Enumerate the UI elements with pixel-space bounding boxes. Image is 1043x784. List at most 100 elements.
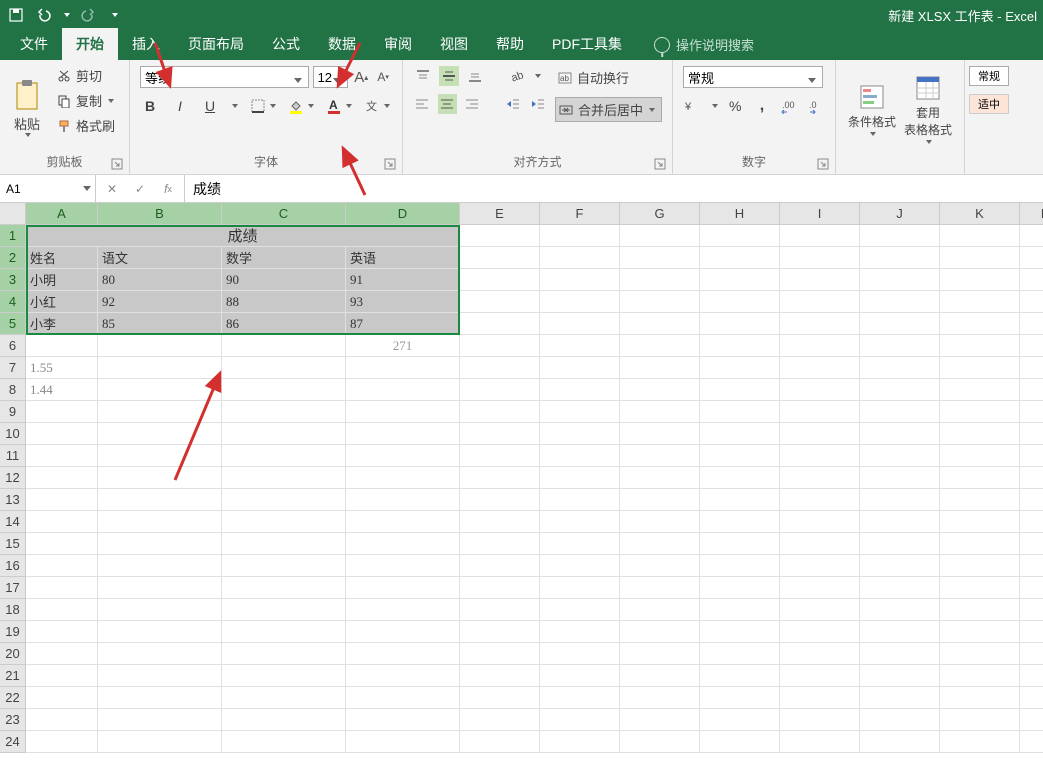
cell[interactable] bbox=[26, 577, 98, 599]
cell[interactable] bbox=[460, 269, 540, 291]
cell[interactable] bbox=[780, 555, 860, 577]
cell[interactable] bbox=[940, 643, 1020, 665]
cell[interactable] bbox=[1020, 357, 1043, 379]
cell[interactable] bbox=[780, 357, 860, 379]
cell[interactable] bbox=[1020, 467, 1043, 489]
column-header-H[interactable]: H bbox=[700, 203, 780, 225]
cell[interactable] bbox=[700, 291, 780, 313]
copy-button[interactable]: 复制 bbox=[52, 89, 119, 112]
cell[interactable] bbox=[460, 709, 540, 731]
cell[interactable] bbox=[620, 269, 700, 291]
cell[interactable] bbox=[98, 577, 222, 599]
cell[interactable] bbox=[460, 599, 540, 621]
cell[interactable] bbox=[26, 335, 98, 357]
cell[interactable] bbox=[620, 225, 700, 247]
cell-style-normal[interactable]: 常规 bbox=[969, 66, 1009, 86]
cell[interactable] bbox=[1020, 533, 1043, 555]
cell[interactable] bbox=[540, 401, 620, 423]
cell[interactable] bbox=[26, 445, 98, 467]
cell[interactable] bbox=[780, 709, 860, 731]
cell[interactable] bbox=[346, 709, 460, 731]
paste-dropdown[interactable] bbox=[25, 133, 31, 137]
cell[interactable] bbox=[700, 665, 780, 687]
cell[interactable] bbox=[620, 467, 700, 489]
cell[interactable] bbox=[940, 511, 1020, 533]
wrap-text-button[interactable]: ab 自动换行 bbox=[555, 66, 662, 89]
cell[interactable] bbox=[860, 335, 940, 357]
cell[interactable] bbox=[98, 445, 222, 467]
format-painter-button[interactable]: 格式刷 bbox=[52, 114, 119, 137]
cell[interactable] bbox=[222, 489, 346, 511]
cell[interactable] bbox=[620, 489, 700, 511]
row-header-3[interactable]: 3 bbox=[0, 269, 26, 291]
cell[interactable] bbox=[620, 335, 700, 357]
cell[interactable]: 小明 bbox=[26, 269, 98, 291]
cell[interactable] bbox=[860, 269, 940, 291]
cell[interactable] bbox=[1020, 511, 1043, 533]
cell[interactable] bbox=[780, 401, 860, 423]
row-header-16[interactable]: 16 bbox=[0, 555, 26, 577]
accounting-dropdown[interactable] bbox=[712, 104, 718, 108]
cell[interactable] bbox=[26, 665, 98, 687]
cell[interactable] bbox=[780, 247, 860, 269]
cell[interactable] bbox=[940, 445, 1020, 467]
column-header-F[interactable]: F bbox=[540, 203, 620, 225]
cell[interactable] bbox=[860, 709, 940, 731]
column-header-K[interactable]: K bbox=[940, 203, 1020, 225]
cell[interactable] bbox=[780, 643, 860, 665]
cell[interactable] bbox=[460, 533, 540, 555]
cell[interactable] bbox=[98, 687, 222, 709]
cell[interactable] bbox=[222, 467, 346, 489]
increase-font-size-button[interactable]: A▴ bbox=[352, 66, 370, 88]
cell[interactable] bbox=[860, 247, 940, 269]
cell[interactable] bbox=[460, 313, 540, 335]
cell[interactable] bbox=[540, 313, 620, 335]
cell[interactable] bbox=[780, 599, 860, 621]
cell[interactable] bbox=[940, 401, 1020, 423]
cell[interactable] bbox=[346, 423, 460, 445]
cell[interactable] bbox=[26, 555, 98, 577]
cell[interactable]: 数学 bbox=[222, 247, 346, 269]
increase-decimal-button[interactable]: .00 bbox=[779, 96, 798, 116]
column-header-B[interactable]: B bbox=[98, 203, 222, 225]
fill-color-button[interactable] bbox=[286, 96, 306, 116]
cell[interactable] bbox=[700, 731, 780, 753]
cell[interactable] bbox=[460, 511, 540, 533]
cell[interactable] bbox=[700, 401, 780, 423]
cell[interactable] bbox=[700, 445, 780, 467]
row-header-19[interactable]: 19 bbox=[0, 621, 26, 643]
fill-color-dropdown[interactable] bbox=[308, 104, 314, 108]
cell[interactable] bbox=[222, 621, 346, 643]
name-box-dropdown[interactable] bbox=[83, 186, 91, 191]
formula-input[interactable]: 成绩 bbox=[185, 175, 1043, 202]
number-format-select[interactable]: 常规 bbox=[683, 66, 823, 88]
cell[interactable] bbox=[940, 599, 1020, 621]
cell[interactable] bbox=[460, 731, 540, 753]
row-header-9[interactable]: 9 bbox=[0, 401, 26, 423]
phonetic-button[interactable]: 文 bbox=[362, 96, 382, 116]
cell[interactable] bbox=[860, 445, 940, 467]
cell[interactable] bbox=[346, 731, 460, 753]
cell[interactable] bbox=[26, 401, 98, 423]
redo-button[interactable] bbox=[78, 5, 98, 25]
cell[interactable] bbox=[540, 511, 620, 533]
cell[interactable] bbox=[940, 687, 1020, 709]
cell[interactable] bbox=[98, 709, 222, 731]
tab-help[interactable]: 帮助 bbox=[482, 28, 538, 60]
cell[interactable] bbox=[620, 643, 700, 665]
cell[interactable] bbox=[346, 533, 460, 555]
row-header-23[interactable]: 23 bbox=[0, 709, 26, 731]
accept-formula-button[interactable]: ✓ bbox=[132, 181, 148, 197]
cell[interactable] bbox=[940, 291, 1020, 313]
cell[interactable] bbox=[1020, 401, 1043, 423]
decrease-indent-button[interactable] bbox=[503, 94, 522, 114]
cell[interactable] bbox=[940, 423, 1020, 445]
cell[interactable] bbox=[620, 247, 700, 269]
align-dialog-launcher[interactable] bbox=[654, 158, 666, 170]
undo-button[interactable] bbox=[34, 5, 54, 25]
cell[interactable] bbox=[98, 379, 222, 401]
cell[interactable] bbox=[540, 467, 620, 489]
cell[interactable] bbox=[780, 379, 860, 401]
cell[interactable] bbox=[460, 401, 540, 423]
cell[interactable] bbox=[1020, 731, 1043, 753]
